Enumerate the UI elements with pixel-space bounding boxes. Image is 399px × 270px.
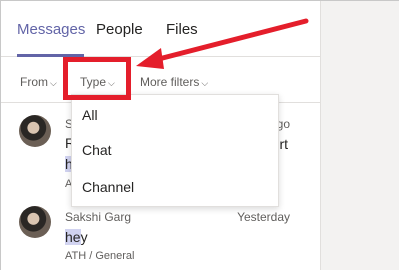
message-sender: Sakshi Garg bbox=[65, 210, 132, 224]
avatar bbox=[19, 115, 51, 147]
message-channel: ATH / General bbox=[65, 250, 135, 262]
search-highlight: he bbox=[65, 229, 81, 245]
dropdown-option-all[interactable]: All bbox=[82, 107, 98, 123]
annotation-arrow-icon bbox=[136, 18, 309, 69]
avatar bbox=[19, 206, 51, 238]
dropdown-option-channel[interactable]: Channel bbox=[82, 179, 134, 195]
message-body-rest: y bbox=[80, 229, 88, 245]
app-window: Messages People Files From ⌵ Type ⌵ More f… bbox=[0, 0, 399, 270]
search-results-panel: Messages People Files From ⌵ Type ⌵ More f… bbox=[1, 1, 320, 270]
message-time: Yesterday bbox=[237, 210, 290, 224]
message-body: hey bbox=[65, 229, 88, 245]
side-pane bbox=[320, 1, 399, 270]
dropdown-option-chat[interactable]: Chat bbox=[82, 142, 112, 158]
type-dropdown-menu: All Chat Channel bbox=[71, 94, 279, 207]
message-line-end: rt bbox=[279, 136, 288, 152]
